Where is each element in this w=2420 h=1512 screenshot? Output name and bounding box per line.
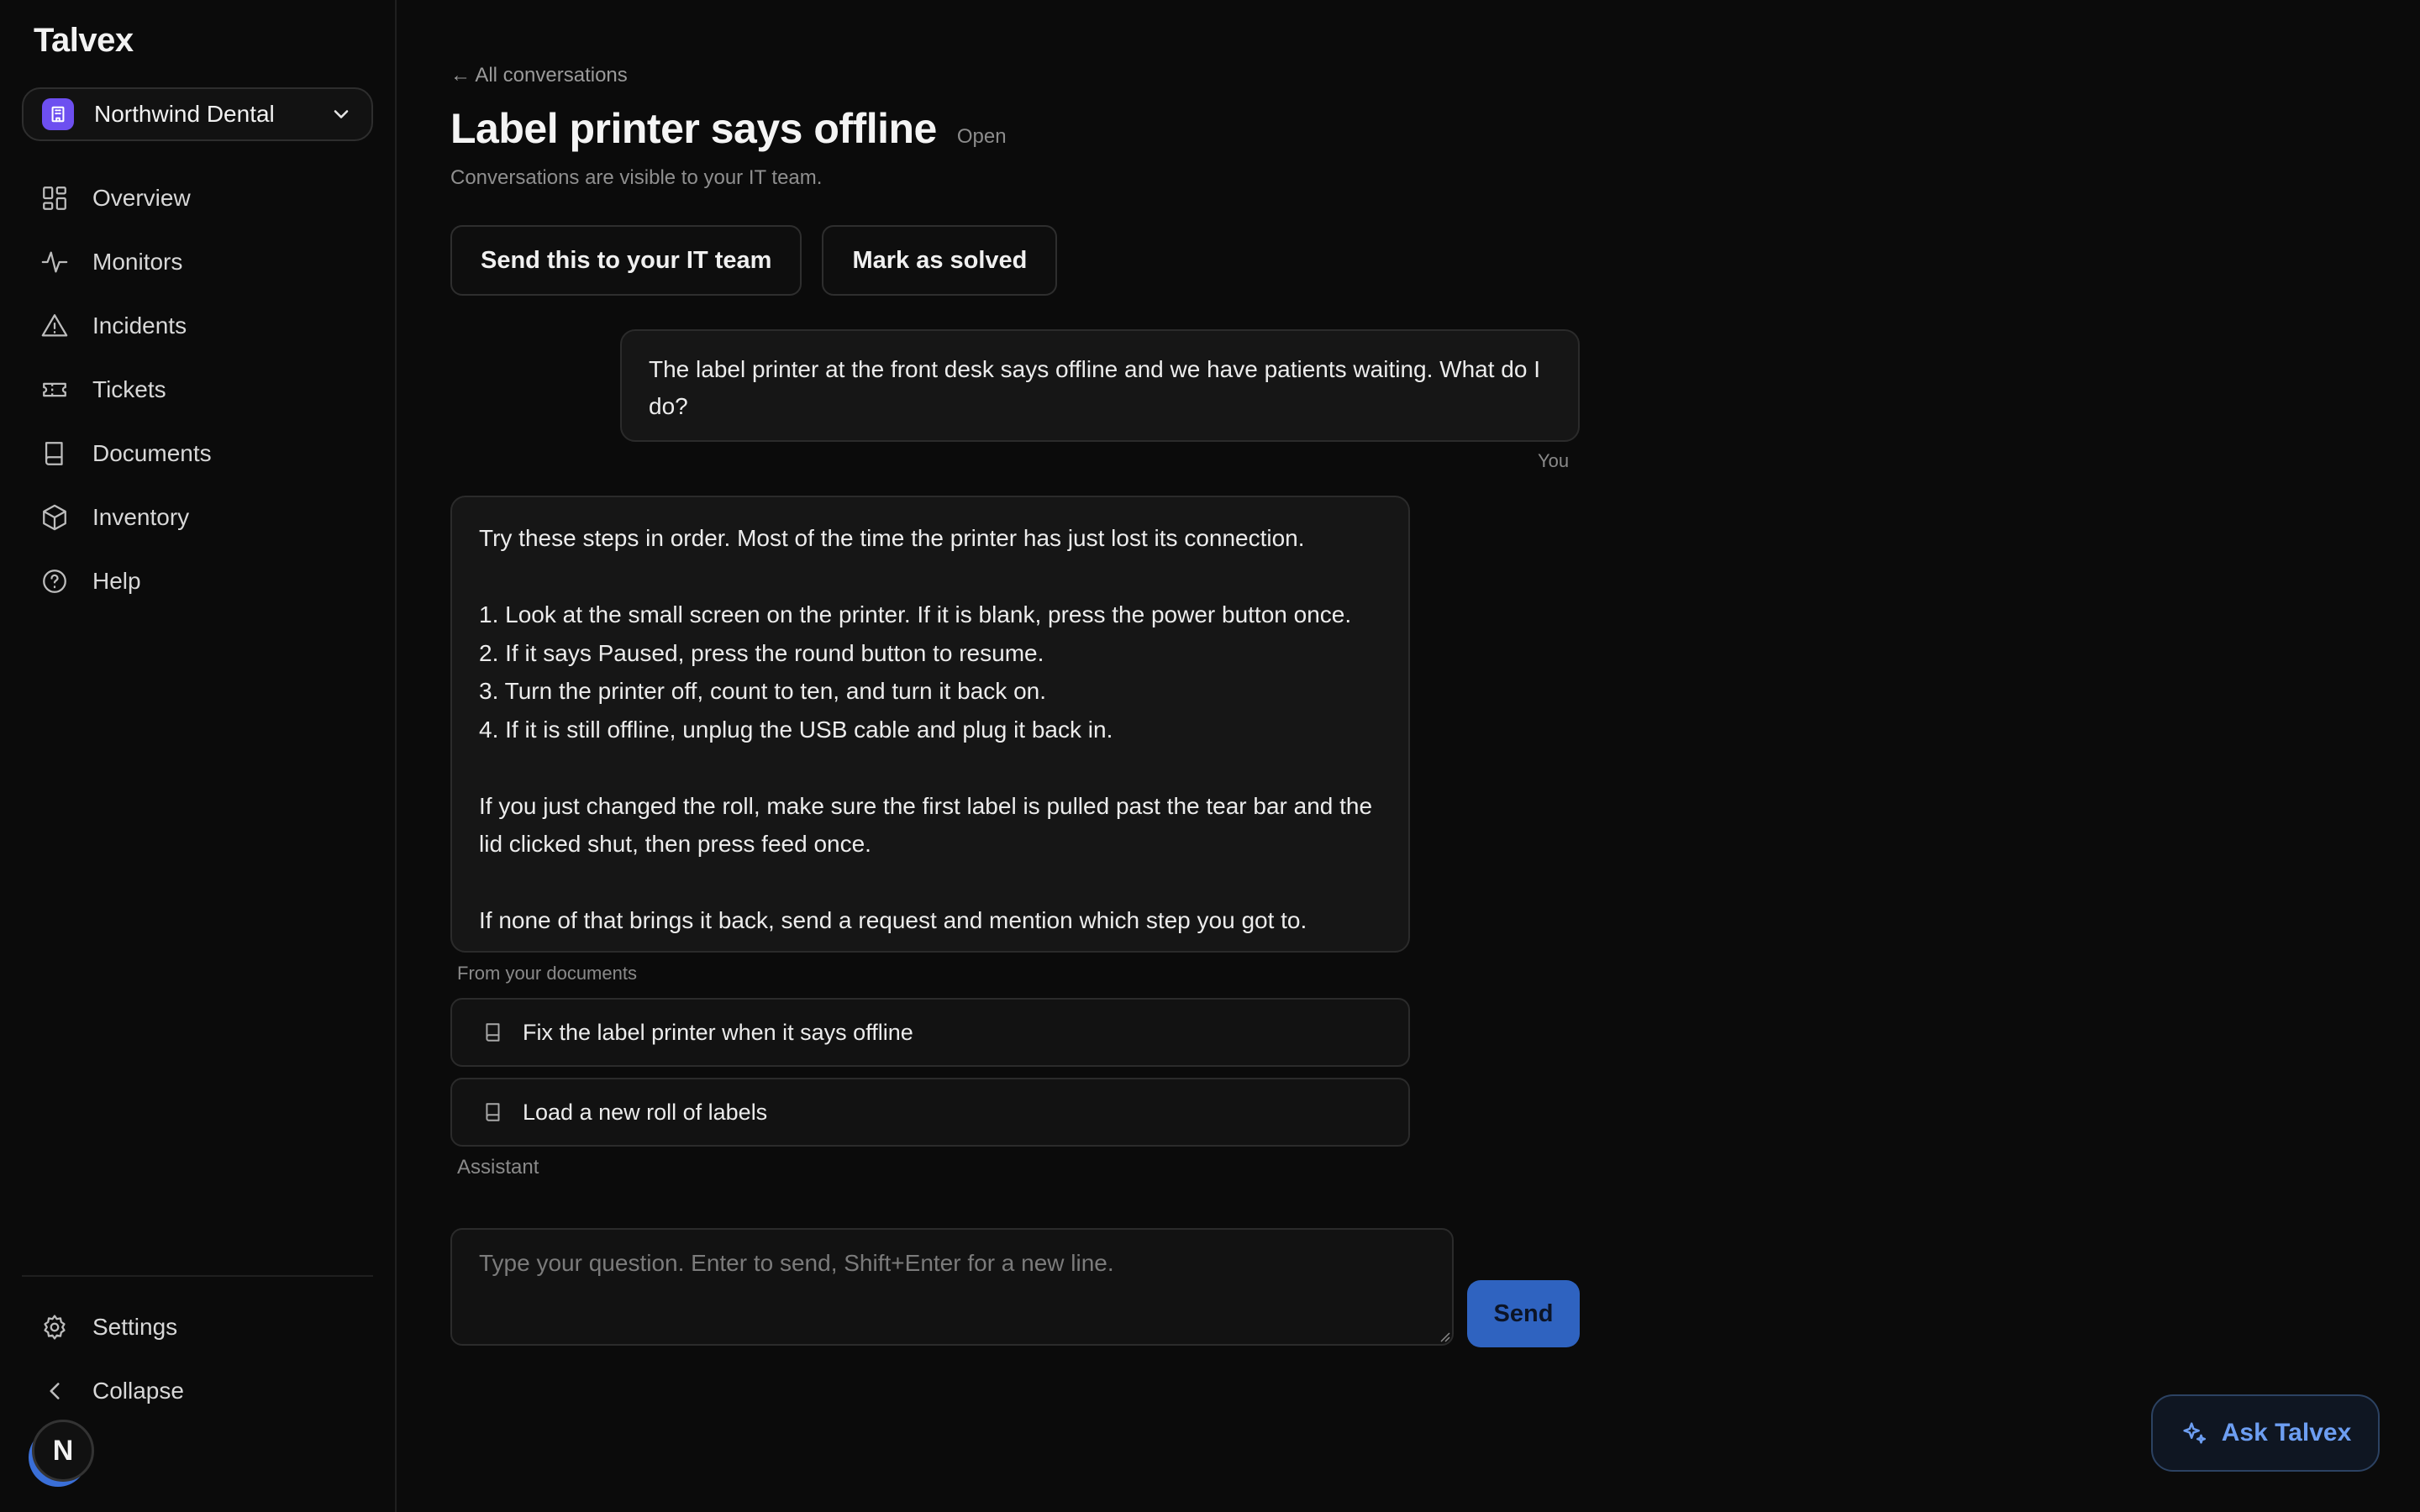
gear-icon <box>44 1315 66 1340</box>
resize-grip-icon[interactable] <box>1439 1331 1450 1342</box>
sidebar-item-documents[interactable]: Documents <box>22 422 373 486</box>
sidebar-item-overview[interactable]: Overview <box>22 166 373 230</box>
book-icon <box>486 1103 500 1121</box>
app-root: Talvex Northwind Dental Overview Monitor… <box>0 0 2420 1512</box>
sidebar-item-label: Help <box>92 568 141 594</box>
back-link[interactable]: ← All conversations <box>450 64 628 87</box>
user-message-label: You <box>1538 450 1570 471</box>
mark-solved-button[interactable]: Mark as solved <box>822 225 1058 296</box>
sidebar-item-monitors[interactable]: Monitors <box>22 230 373 294</box>
action-bar: Send this to your IT team Mark as solved <box>450 225 1058 296</box>
page-subtitle: Conversations are visible to your IT tea… <box>450 166 823 189</box>
ask-assistant-button[interactable]: Ask Talvex <box>2151 1394 2380 1472</box>
source-document-link[interactable]: Load a new roll of labels <box>450 1078 1410 1147</box>
sidebar-divider <box>22 1275 373 1277</box>
sidebar-item-collapse[interactable]: Collapse <box>22 1359 373 1423</box>
status-badge: Open <box>956 125 1007 148</box>
grid-icon <box>43 186 66 210</box>
org-switcher[interactable]: Northwind Dental <box>22 87 373 141</box>
send-to-it-button[interactable]: Send this to your IT team <box>450 225 802 296</box>
assistant-message: Try these steps in order. Most of the ti… <box>450 496 1410 953</box>
brand-logo: Talvex <box>34 22 134 59</box>
sidebar-nav: Overview Monitors Incidents Tickets Docu… <box>22 166 373 613</box>
source-title: Fix the label printer when it says offli… <box>523 1019 913 1045</box>
source-title: Load a new roll of labels <box>523 1099 768 1125</box>
title-row: Label printer says offline Open <box>450 104 1007 153</box>
warning-icon <box>41 314 68 337</box>
sources-label: From your documents <box>457 963 637 984</box>
chevron-down-icon <box>334 110 349 118</box>
ask-assistant-label: Ask Talvex <box>2221 1419 2352 1446</box>
sidebar-item-help[interactable]: Help <box>22 549 373 613</box>
book-icon <box>486 1023 500 1042</box>
sidebar-item-label: Documents <box>92 440 212 466</box>
sidebar-item-inventory[interactable]: Inventory <box>22 486 373 549</box>
org-name: Northwind Dental <box>94 101 275 127</box>
sparkle-icon <box>2183 1422 2206 1444</box>
sidebar-item-incidents[interactable]: Incidents <box>22 294 373 358</box>
sidebar-item-label: Settings <box>92 1314 178 1340</box>
box-icon <box>43 504 66 531</box>
send-button[interactable]: Send <box>1467 1280 1580 1347</box>
sidebar-bottom-nav: Settings Collapse <box>22 1295 373 1423</box>
ticket-icon <box>43 382 66 397</box>
user-message: The label printer at the front desk says… <box>620 329 1580 442</box>
sidebar-item-tickets[interactable]: Tickets <box>22 358 373 422</box>
chevron-left-icon <box>50 1383 60 1399</box>
sidebar-item-label: Monitors <box>92 249 183 275</box>
source-document-link[interactable]: Fix the label printer when it says offli… <box>450 998 1410 1067</box>
page-title: Label printer says offline <box>450 105 937 152</box>
sidebar-item-label: Overview <box>92 185 191 211</box>
book-icon <box>45 442 63 465</box>
pulse-icon <box>41 251 68 273</box>
sidebar-item-settings[interactable]: Settings <box>22 1295 373 1359</box>
sidebar-item-label: Incidents <box>92 312 187 339</box>
assistant-message-label: Assistant <box>457 1156 539 1179</box>
building-icon <box>42 98 74 130</box>
sidebar: Talvex Northwind Dental Overview Monitor… <box>0 0 397 1512</box>
sidebar-item-label: Inventory <box>92 504 190 530</box>
sidebar-item-label: Collapse <box>92 1378 184 1404</box>
help-icon <box>43 570 66 593</box>
sidebar-item-label: Tickets <box>92 376 166 402</box>
message-input[interactable] <box>450 1228 1454 1346</box>
avatar[interactable]: N <box>32 1420 94 1482</box>
